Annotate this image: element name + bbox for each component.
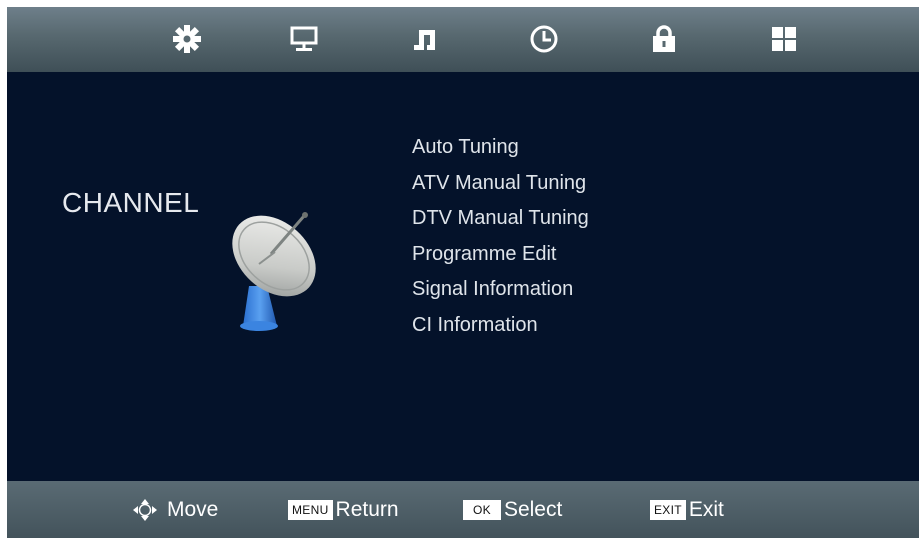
tv-menu-frame: CHANNEL Auto Tuning ATV Manual Tuning DT… [7,7,919,538]
top-tab-bar [7,7,919,72]
menu-item-atv-manual-tuning[interactable]: ATV Manual Tuning [411,166,621,202]
menu-item-ci-information[interactable]: CI Information [411,308,621,344]
exit-hint: EXIT Exit [650,498,724,522]
channel-menu: Auto Tuning ATV Manual Tuning DTV Manual… [411,130,621,343]
lock-icon[interactable] [647,22,681,56]
menu-item-programme-edit[interactable]: Programme Edit [411,237,621,273]
move-hint: Move [131,498,218,522]
return-hint: MENU Return [288,498,399,522]
satellite-dish-icon [219,204,334,334]
return-label: Return [335,498,399,521]
dpad-arrows-icon [131,498,159,522]
music-note-icon[interactable] [408,22,442,56]
move-label: Move [167,498,219,521]
exit-key[interactable]: EXIT [650,500,686,520]
menu-key[interactable]: MENU [288,500,333,520]
grid-icon[interactable] [767,22,801,56]
menu-item-dtv-manual-tuning[interactable]: DTV Manual Tuning [411,201,621,237]
footer-hint-bar: Move MENU Return OK Select EXIT Exit [7,481,919,538]
select-label: Select [503,498,563,521]
ok-key[interactable]: OK [463,500,501,520]
section-title: CHANNEL [62,187,200,218]
menu-item-signal-information[interactable]: Signal Information [411,272,621,308]
clock-icon[interactable] [527,22,561,56]
monitor-icon[interactable] [287,22,321,56]
exit-label: Exit [688,498,724,521]
menu-item-auto-tuning[interactable]: Auto Tuning [411,130,621,166]
gear-icon[interactable] [170,22,204,56]
select-hint: OK Select [463,498,562,522]
